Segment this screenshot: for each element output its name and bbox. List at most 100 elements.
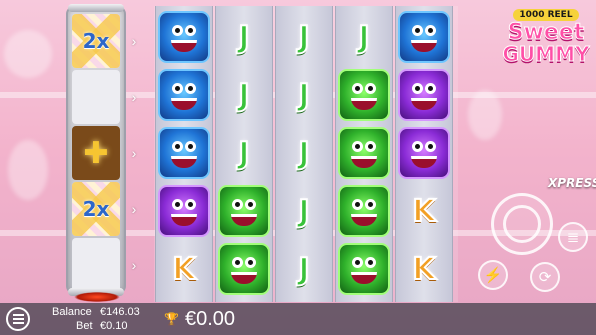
multiplier-cell: 2x — [72, 14, 120, 68]
reel-symbol — [396, 125, 452, 181]
reel-symbol: J — [216, 67, 272, 123]
xpress-button[interactable]: XPRESS — [548, 176, 596, 196]
letter-j-symbol: J — [237, 135, 250, 172]
reel-symbol — [156, 183, 212, 239]
blue-monster-icon — [158, 11, 210, 63]
reel-2: JJJ — [215, 6, 273, 302]
bet-label: Bet — [76, 320, 93, 332]
multiplier-cell: ✚ — [72, 126, 120, 180]
monster-feature — [172, 199, 183, 210]
reel-5: KK — [395, 6, 453, 302]
background-candy-jar — [4, 30, 52, 78]
monster-feature — [185, 25, 196, 36]
lightning-icon: ⚡ — [483, 267, 503, 284]
reel-symbol: J — [216, 9, 272, 65]
reel-symbol — [156, 125, 212, 181]
coin-stack-icon: ≣ — [566, 229, 580, 246]
reel-symbol — [156, 67, 212, 123]
multiplier-cell: 2x — [72, 182, 120, 236]
monster-feature — [425, 141, 436, 152]
trophy-icon: 🏆 — [164, 312, 179, 326]
monster-feature — [351, 156, 377, 168]
monster-feature — [171, 98, 197, 110]
chevron-right-icon: › — [131, 33, 137, 49]
monster-feature — [185, 199, 196, 210]
monster-feature — [365, 199, 376, 210]
monster-feature — [171, 40, 197, 52]
monster-feature — [411, 156, 437, 168]
monster-feature — [411, 98, 437, 110]
monster-feature — [412, 83, 423, 94]
monster-feature — [412, 141, 423, 152]
monster-feature — [185, 141, 196, 152]
monster-feature — [425, 25, 436, 36]
blue-monster-icon — [158, 127, 210, 179]
monster-feature — [352, 199, 363, 210]
monster-feature — [352, 257, 363, 268]
monster-feature — [232, 257, 243, 268]
letter-j-symbol: J — [297, 251, 310, 288]
reel-symbol — [156, 9, 212, 65]
bonus-cross-icon: ✚ — [83, 136, 109, 170]
autoplay-icon: ⟳ — [538, 269, 552, 286]
autoplay-button[interactable]: ⟳ — [530, 262, 560, 292]
monster-feature — [172, 25, 183, 36]
multiplier-cell — [72, 238, 120, 292]
monster-feature — [365, 83, 376, 94]
reel-symbol: J — [336, 9, 392, 65]
chevron-right-icon: › — [131, 89, 137, 105]
lava-glow — [74, 292, 120, 302]
turbo-button[interactable]: ⚡ — [478, 260, 508, 290]
reel-symbol: J — [276, 125, 332, 181]
reel-symbol: J — [276, 9, 332, 65]
multiplier-value: 2x — [82, 29, 110, 53]
reel-symbol: K — [396, 241, 452, 297]
menu-icon-line — [12, 318, 24, 320]
purple-monster-icon — [398, 69, 450, 121]
reel-symbol: K — [396, 183, 452, 239]
reel-symbol — [336, 125, 392, 181]
logo-title-line1: Sweet — [507, 20, 585, 45]
reel-symbol — [396, 9, 452, 65]
letter-k-symbol: K — [411, 251, 436, 288]
monster-feature — [352, 83, 363, 94]
monster-feature — [171, 214, 197, 226]
menu-icon-line — [12, 322, 24, 324]
monster-feature — [351, 98, 377, 110]
letter-j-symbol: J — [357, 19, 370, 56]
multiplier-cell — [72, 70, 120, 124]
background-candy-jar — [8, 140, 48, 200]
balance-label: Balance — [52, 306, 92, 318]
monster-feature — [171, 156, 197, 168]
letter-k-symbol: K — [171, 251, 196, 288]
chevron-right-icon: › — [131, 257, 137, 273]
bet-value[interactable]: €0.10 — [100, 320, 128, 332]
letter-j-symbol: J — [297, 77, 310, 114]
monster-feature — [351, 214, 377, 226]
reel-symbol: J — [276, 241, 332, 297]
reel-symbol — [336, 183, 392, 239]
spin-icon — [503, 205, 541, 243]
monster-feature — [365, 141, 376, 152]
reel-symbol — [336, 67, 392, 123]
purple-monster-icon — [158, 185, 210, 237]
logo-title-line2: GUMMY — [502, 42, 590, 66]
green-monster-icon — [338, 69, 390, 121]
chevron-right-icon: › — [131, 201, 137, 217]
letter-j-symbol: J — [237, 77, 250, 114]
monster-feature — [185, 83, 196, 94]
coin-stack-button[interactable]: ≣ — [558, 222, 588, 252]
letter-k-symbol: K — [411, 193, 436, 230]
chevron-right-icon: › — [131, 145, 137, 161]
reel-4: J — [335, 6, 393, 302]
menu-button[interactable] — [6, 307, 30, 331]
monster-feature — [411, 40, 437, 52]
reel-symbol: J — [276, 183, 332, 239]
multiplier-cells: 2x ✚ 2x — [72, 14, 120, 292]
spin-button[interactable] — [491, 193, 553, 255]
purple-monster-icon — [398, 127, 450, 179]
monster-feature — [412, 25, 423, 36]
monster-feature — [245, 199, 256, 210]
reel-1: K — [155, 6, 213, 302]
bottom-bar: Balance €146.03 Bet €0.10 — [0, 303, 596, 335]
